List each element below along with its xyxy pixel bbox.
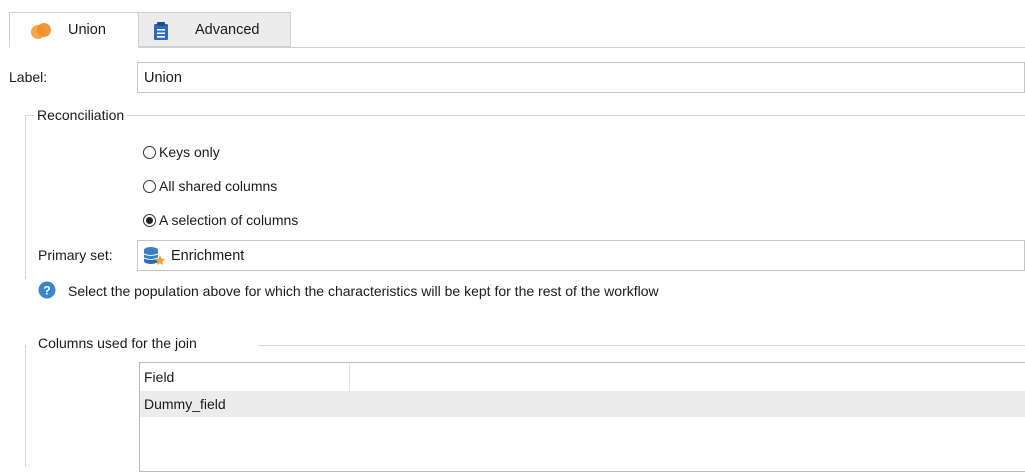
join-group-left-border bbox=[25, 345, 26, 467]
radio-keys-only[interactable]: Keys only bbox=[143, 144, 220, 160]
table-header: Field bbox=[140, 363, 1025, 391]
tab-strip-line bbox=[9, 47, 1025, 48]
tab-label: Union bbox=[68, 22, 106, 38]
table-cell-field: Dummy_field bbox=[144, 396, 226, 412]
label-caption: Label: bbox=[9, 69, 48, 85]
reconciliation-title: Reconciliation bbox=[34, 107, 128, 123]
radio-label: A selection of columns bbox=[159, 212, 299, 228]
question-icon: ? bbox=[38, 281, 56, 299]
tab-label: Advanced bbox=[195, 22, 260, 38]
join-columns-title: Columns used for the join bbox=[38, 335, 197, 351]
table-header-empty bbox=[350, 363, 1025, 391]
database-enrichment-icon bbox=[143, 246, 165, 266]
radio-label: All shared columns bbox=[159, 178, 278, 194]
radio-selection-of-columns[interactable]: A selection of columns bbox=[143, 212, 298, 228]
join-columns-table[interactable]: Field Dummy_field bbox=[139, 362, 1025, 472]
radio-button[interactable] bbox=[143, 179, 156, 193]
radio-all-shared-columns[interactable]: All shared columns bbox=[143, 178, 277, 194]
primary-set-caption: Primary set: bbox=[38, 247, 113, 263]
help-text: Select the population above for which th… bbox=[68, 283, 659, 299]
tab-advanced[interactable]: Advanced bbox=[139, 12, 291, 47]
radio-button[interactable] bbox=[143, 145, 156, 159]
label-input-value: Union bbox=[144, 69, 182, 86]
clipboard-icon bbox=[152, 21, 170, 41]
tab-union[interactable]: Union bbox=[9, 12, 139, 48]
table-header-field[interactable]: Field bbox=[140, 363, 350, 391]
label-input[interactable]: Union bbox=[137, 62, 1025, 93]
svg-text:?: ? bbox=[43, 284, 50, 298]
join-title-line bbox=[258, 345, 1025, 346]
primary-set-value: Enrichment bbox=[171, 247, 245, 264]
union-circles-icon bbox=[30, 22, 52, 40]
radio-button[interactable] bbox=[143, 213, 156, 227]
radio-label: Keys only bbox=[159, 144, 220, 160]
primary-set-field[interactable]: Enrichment bbox=[137, 240, 1025, 271]
table-row[interactable]: Dummy_field bbox=[140, 391, 1025, 417]
